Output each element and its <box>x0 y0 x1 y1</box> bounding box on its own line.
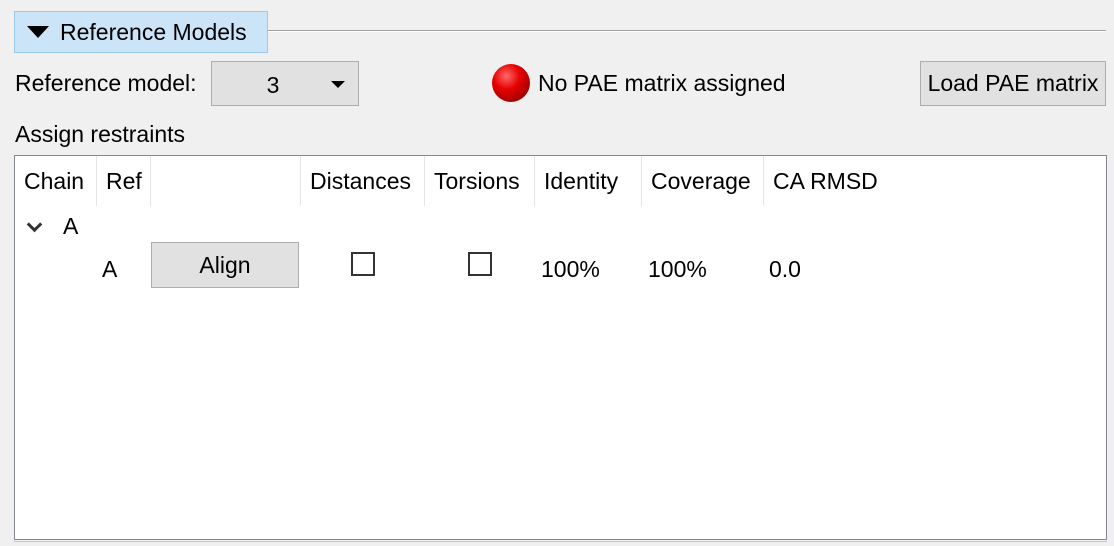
reference-models-panel: Reference Models Reference model: 3 No P… <box>0 0 1114 546</box>
reference-model-dropdown[interactable]: 3 <box>211 61 359 106</box>
coverage-value: 100% <box>648 256 707 282</box>
ref-chain-value: A <box>102 256 118 282</box>
chevron-down-icon[interactable] <box>26 216 43 233</box>
panel-bottom-divider <box>14 541 1107 542</box>
restraints-table: Chain Ref Distances Torsions Identity Co… <box>14 155 1107 540</box>
pae-status-indicator-icon <box>492 64 530 102</box>
column-header-coverage[interactable]: Coverage <box>642 156 764 206</box>
ca-rmsd-value: 0.0 <box>769 256 801 282</box>
column-header-torsions[interactable]: Torsions <box>425 156 535 206</box>
dropdown-arrow-icon <box>331 81 345 88</box>
chain-group-label[interactable]: A <box>63 213 78 240</box>
load-pae-matrix-button[interactable]: Load PAE matrix <box>920 61 1106 106</box>
assign-restraints-label: Assign restraints <box>15 121 186 147</box>
distances-checkbox[interactable] <box>351 252 375 276</box>
column-header-distances[interactable]: Distances <box>301 156 425 206</box>
triangle-down-icon <box>27 26 49 38</box>
reference-model-label: Reference model: <box>15 70 197 96</box>
identity-value: 100% <box>541 256 600 282</box>
column-header-ca-rmsd[interactable]: CA RMSD <box>764 156 1108 206</box>
reference-models-section-toggle[interactable]: Reference Models <box>14 11 268 53</box>
align-button[interactable]: Align <box>151 242 299 288</box>
reference-model-value: 3 <box>266 72 280 98</box>
column-header-ref[interactable]: Ref <box>97 156 151 206</box>
torsions-checkbox[interactable] <box>468 252 492 276</box>
column-header-identity[interactable]: Identity <box>535 156 642 206</box>
column-header-chain[interactable]: Chain <box>15 156 97 206</box>
section-title: Reference Models <box>60 18 247 45</box>
pae-status-text: No PAE matrix assigned <box>538 70 786 96</box>
column-header-action[interactable] <box>151 156 301 206</box>
section-divider <box>268 30 1106 32</box>
